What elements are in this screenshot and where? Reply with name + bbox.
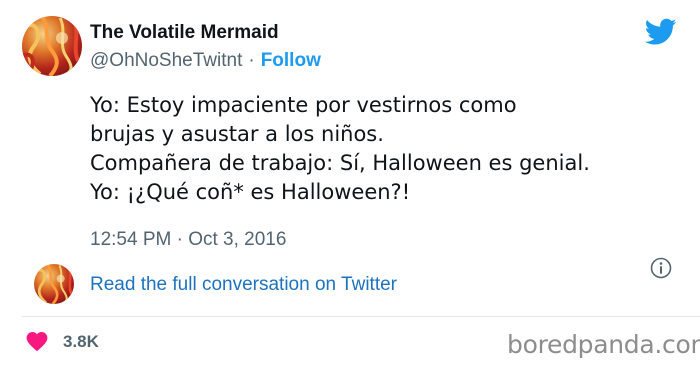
tweet-line: Compañera de trabajo: Sí, Halloween es g… — [90, 151, 590, 175]
separator-dot: · — [248, 50, 255, 71]
tweet-line: brujas y asustar a los niños. — [90, 122, 384, 146]
author-name[interactable]: The Volatile Mermaid — [90, 22, 279, 44]
like-count: 3.8K — [63, 332, 99, 351]
tweet-timestamp[interactable]: 12:54 PM · Oct 3, 2016 — [90, 229, 286, 251]
divider — [22, 316, 700, 317]
tweet-line: Yo: Estoy impaciente por vestirnos como — [90, 93, 517, 117]
conversation-avatar[interactable] — [34, 264, 74, 304]
author-avatar[interactable] — [22, 16, 82, 76]
twitter-bird-icon[interactable] — [645, 18, 677, 46]
tweet-body: Yo: Estoy impaciente por vestirnos como … — [90, 91, 680, 207]
tweet-card: The Volatile Mermaid @OhNoSheTwitnt · Foll… — [0, 0, 700, 369]
author-handle-row: @OhNoSheTwitnt · Follow — [90, 50, 321, 72]
read-conversation-link[interactable]: Read the full conversation on Twitter — [90, 274, 397, 296]
source-watermark: boredpanda.com — [507, 330, 700, 359]
heart-icon[interactable] — [25, 330, 49, 352]
tweet-line: Yo: ¡¿Qué coñ* es Halloween?! — [90, 180, 411, 204]
follow-button[interactable]: Follow — [261, 50, 321, 71]
info-icon[interactable] — [650, 257, 672, 279]
author-handle[interactable]: @OhNoSheTwitnt — [90, 50, 242, 71]
